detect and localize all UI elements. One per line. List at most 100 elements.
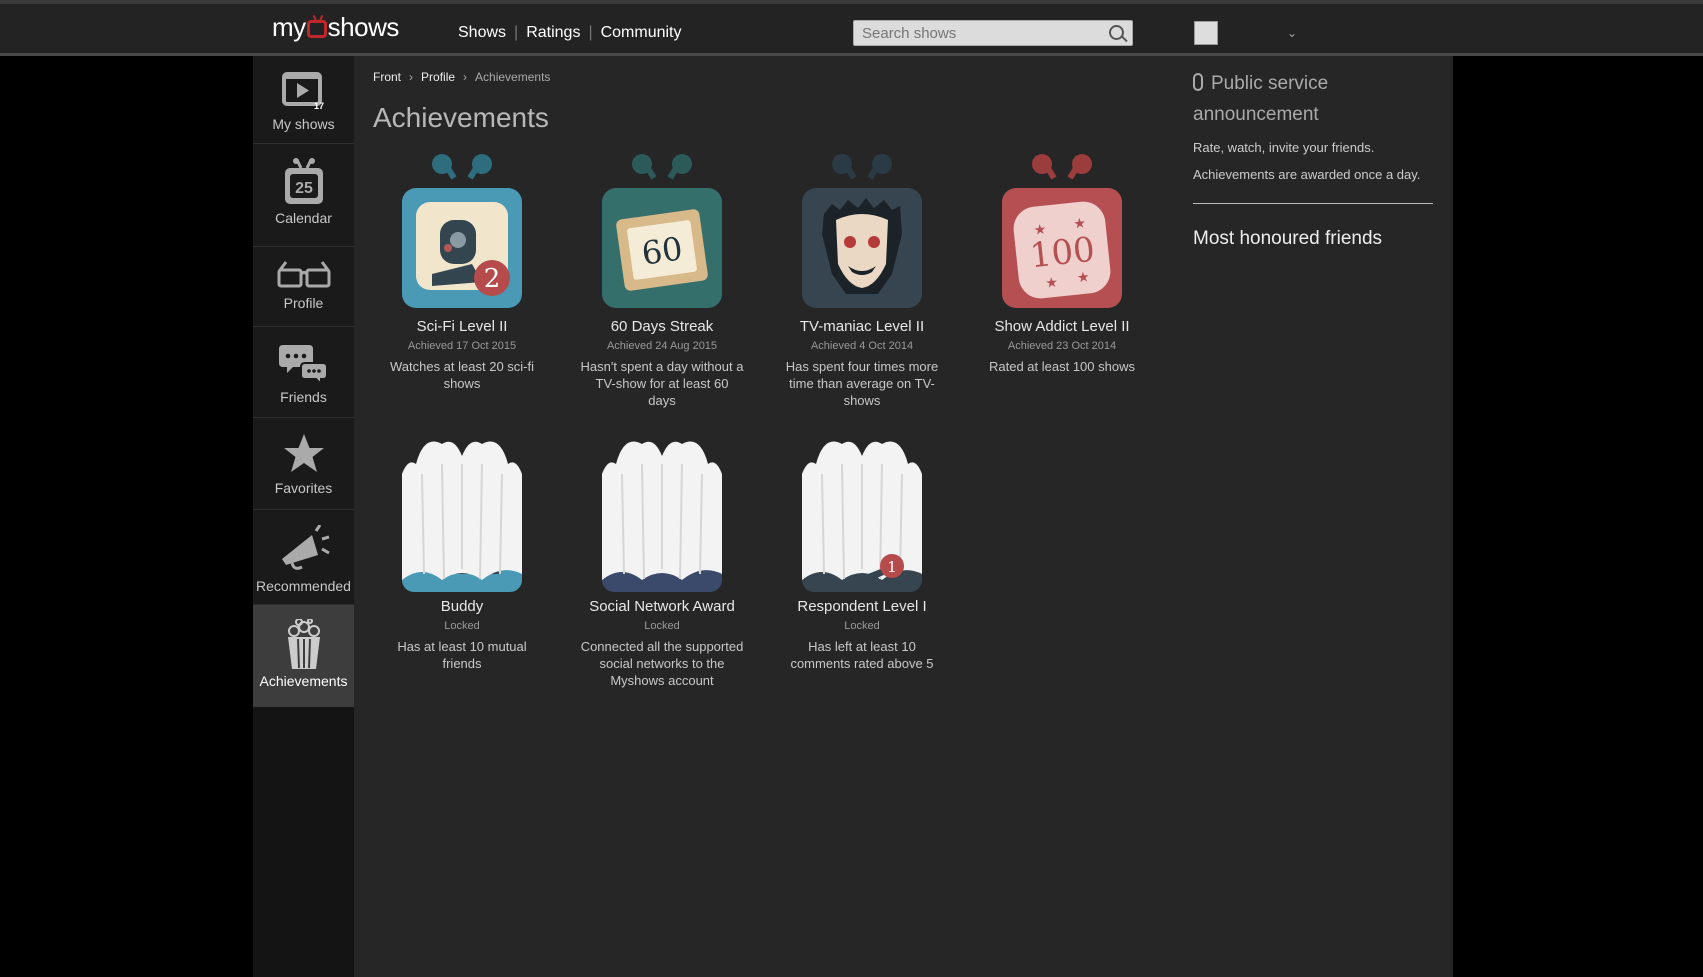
svg-text:★: ★ <box>1033 221 1047 238</box>
breadcrumb-front[interactable]: Front <box>373 70 401 84</box>
sidebar-item-achievements[interactable]: Achievements <box>253 605 354 707</box>
sidebar-item-friends[interactable]: Friends <box>253 327 354 418</box>
most-honoured-friends-title: Most honoured friends <box>1193 228 1383 249</box>
maniac-face-icon <box>802 154 922 308</box>
achievement-badge <box>602 434 722 594</box>
psa-title: Public service announcement <box>1193 68 1443 130</box>
robot-tv-icon: 2 <box>402 154 522 308</box>
breadcrumb: Front › Profile › Achievements <box>373 70 550 84</box>
svg-text:25: 25 <box>295 180 313 197</box>
calendar-tv-icon: 25 <box>284 158 323 204</box>
achievement-badge <box>402 434 522 594</box>
achievement-name: Respondent Level I <box>797 598 927 615</box>
svg-text:★: ★ <box>1072 214 1086 231</box>
achievement-description: Has left at least 10 comments rated abov… <box>790 639 934 671</box>
achievement-card-locked[interactable]: 1 Respondent Level I Locked Has left at … <box>772 434 952 672</box>
sidebar-item-favorites[interactable]: Favorites <box>253 418 354 510</box>
achievement-description: Hasn't spent a day without a TV-show for… <box>580 359 744 408</box>
avatar[interactable] <box>1194 21 1218 45</box>
right-panel: Public service announcement Rate, watch,… <box>1175 56 1453 977</box>
achievement-description: Has spent four times more time than aver… <box>785 359 939 408</box>
achievement-badge: 60 <box>602 154 722 314</box>
main-content: Front › Profile › Achievements Achievements … <box>354 56 1176 977</box>
nav-shows[interactable]: Shows <box>458 24 506 41</box>
star-icon <box>283 434 324 472</box>
svg-text:1: 1 <box>887 558 897 576</box>
achievement-card[interactable]: TV-maniac Level II Achieved 4 Oct 2014 H… <box>772 154 952 409</box>
sidebar-item-my-shows[interactable]: 17 My shows <box>253 56 354 144</box>
chevron-down-icon[interactable]: ⌄ <box>1287 26 1297 40</box>
breadcrumb-current: Achievements <box>475 70 551 84</box>
curtain-icon: 1 <box>802 441 922 592</box>
sidebar-item-calendar[interactable]: 25 Calendar <box>253 144 354 247</box>
tv-logo-icon <box>306 20 327 38</box>
search-box <box>853 20 1133 46</box>
microphone-icon <box>1193 73 1203 91</box>
psa-title-text: Public service announcement <box>1193 73 1329 125</box>
sidebar-item-label: Calendar <box>275 210 332 226</box>
main-nav: Shows | Ratings | Community <box>458 24 682 42</box>
achievement-card[interactable]: 60 60 Days Streak Achieved 24 Aug 2015 H… <box>572 154 752 409</box>
sidebar: 17 My shows 25 Calendar Profile Friends … <box>253 56 354 977</box>
svg-text:60: 60 <box>639 229 685 272</box>
achievement-card-locked[interactable]: Social Network Award Locked Connected al… <box>572 434 752 689</box>
psa-line-2: Achievements are awarded once a day. <box>1193 167 1421 182</box>
achievement-badge: 2 <box>402 154 522 314</box>
achievement-description: Has at least 10 mutual friends <box>397 639 527 671</box>
search-input[interactable] <box>854 21 1110 45</box>
achievement-name: Buddy <box>440 598 484 615</box>
sidebar-item-label: My shows <box>272 116 335 132</box>
svg-text:2: 2 <box>484 264 501 294</box>
popcorn-icon <box>287 619 320 669</box>
nav-ratings[interactable]: Ratings <box>526 24 580 41</box>
svg-text:★: ★ <box>1045 274 1059 291</box>
sidebar-item-label: Friends <box>280 389 327 405</box>
search-icon[interactable] <box>1109 25 1124 40</box>
achievement-card-locked[interactable]: Buddy Locked Has at least 10 mutual frie… <box>372 434 552 672</box>
achievement-card[interactable]: 100 ★ ★ ★ ★ Show Addict Level II Achieved … <box>972 154 1152 375</box>
achievement-date: Achieved 23 Oct 2014 <box>1007 340 1117 352</box>
achievement-date: Achieved 17 Oct 2015 <box>407 340 517 352</box>
achievement-status: Locked <box>444 620 480 632</box>
top-bar: myshows Shows | Ratings | Community ⌄ <box>0 0 1703 56</box>
psa-line-1: Rate, watch, invite your friends. <box>1193 140 1375 155</box>
achievement-status: Locked <box>644 620 680 632</box>
sidebar-item-recommended[interactable]: Recommended <box>253 510 354 605</box>
achievement-name: 60 Days Streak <box>610 318 714 335</box>
sidebar-item-label: Favorites <box>274 480 333 496</box>
clapperboard-icon: 17 <box>281 72 324 111</box>
logo-text-my: my <box>272 12 306 42</box>
achievement-description: Connected all the supported social netwo… <box>580 639 744 688</box>
3d-glasses-icon <box>277 261 330 288</box>
calendar-sign-icon: 60 <box>602 154 722 308</box>
achievement-name: TV-maniac Level II <box>799 318 925 335</box>
chevron-right-icon: › <box>463 70 468 84</box>
nav-separator: | <box>514 24 519 41</box>
achievement-name: Show Addict Level II <box>994 318 1130 335</box>
achievement-date: Achieved 4 Oct 2014 <box>810 340 914 352</box>
curtain-icon <box>602 441 722 592</box>
page-title: Achievements <box>373 102 549 133</box>
curtain-icon <box>402 441 522 592</box>
divider <box>1193 203 1433 204</box>
achievement-name: Social Network Award <box>589 598 735 615</box>
achievement-description: Rated at least 100 shows <box>989 359 1135 374</box>
megaphone-icon <box>281 525 330 570</box>
breadcrumb-profile[interactable]: Profile <box>421 70 455 84</box>
logo-text-shows: shows <box>327 12 400 42</box>
chevron-right-icon: › <box>409 70 414 84</box>
achievement-badge: 100 ★ ★ ★ ★ <box>1002 154 1122 314</box>
svg-text:17: 17 <box>314 101 324 111</box>
svg-text:★: ★ <box>1076 268 1090 285</box>
nav-community[interactable]: Community <box>601 24 682 41</box>
nav-separator: | <box>588 24 593 41</box>
achievement-date: Achieved 24 Aug 2015 <box>606 340 718 352</box>
achievement-description: Watches at least 20 sci-fi shows <box>389 359 534 391</box>
achievement-name: Sci-Fi Level II <box>416 318 508 335</box>
achievement-status: Locked <box>844 620 880 632</box>
achievement-badge: 1 <box>802 434 922 594</box>
sidebar-item-profile[interactable]: Profile <box>253 247 354 327</box>
achievement-card[interactable]: 2 Sci-Fi Level II Achieved 17 Oct 2015 W… <box>372 154 552 392</box>
chat-bubbles-icon <box>278 345 328 385</box>
logo[interactable]: my shows <box>272 12 399 43</box>
